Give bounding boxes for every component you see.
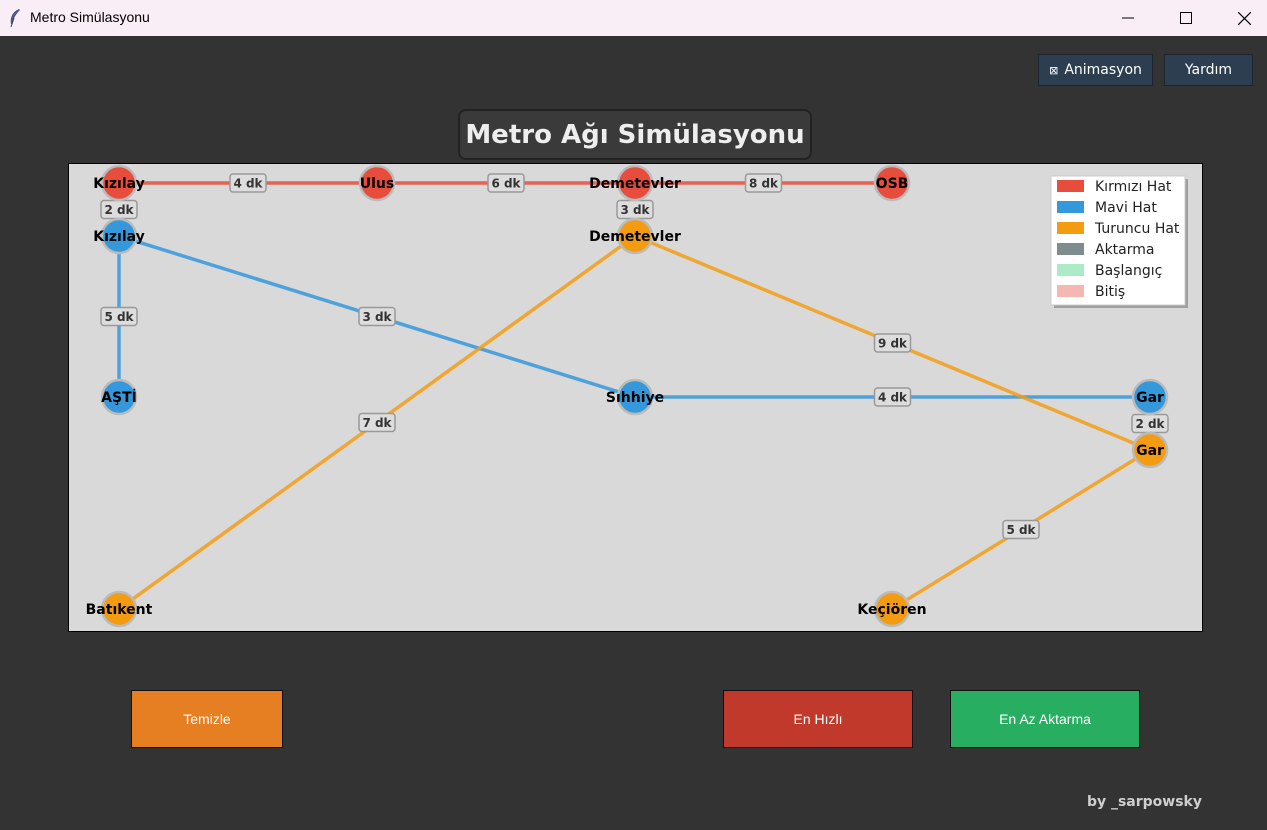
connection-time-label: 5 dk [1002, 519, 1040, 540]
connection-time-text: 6 dk [491, 177, 521, 191]
animation-label: Animasyon [1064, 62, 1142, 78]
connection-time-text: 4 dk [878, 391, 908, 405]
legend-label: Mavi Hat [1095, 200, 1157, 216]
connection-time-text: 3 dk [620, 203, 650, 217]
station-name: Kızılay [93, 229, 145, 245]
station-name: Keçiören [857, 602, 926, 618]
checkbox-icon: ⊠ [1049, 63, 1059, 77]
fastest-route-button[interactable]: En Hızlı [723, 690, 913, 748]
legend-label: Başlangıç [1095, 263, 1162, 279]
legend-swatch [1057, 285, 1084, 297]
station-name: Demetevler [589, 176, 681, 192]
connection-time-label: 9 dk [873, 333, 912, 353]
connection-time-label: 4 dk [873, 387, 912, 407]
station-name: Batıkent [86, 602, 153, 618]
connection-time-label: 2 dk [100, 199, 138, 220]
legend-swatch [1057, 180, 1084, 192]
station-name: Gar [1136, 390, 1164, 406]
station-name: AŞTİ [101, 389, 137, 406]
fewest-transfers-label: En Az Aktarma [999, 711, 1091, 727]
help-label: Yardım [1184, 62, 1233, 78]
legend-label: Aktarma [1095, 242, 1154, 258]
connection-time-text: 5 dk [1006, 523, 1036, 537]
animation-toggle[interactable]: ⊠ Animasyon [1038, 54, 1153, 86]
feather-icon [10, 9, 20, 28]
clear-label: Temizle [183, 711, 231, 727]
connection-time-label: 6 dk [487, 173, 525, 193]
connection-time-text: 2 dk [1135, 417, 1165, 431]
minimize-icon [1122, 17, 1134, 19]
close-icon [1237, 11, 1251, 25]
close-button[interactable] [1215, 0, 1267, 36]
connection-time-label: 3 dk [358, 306, 396, 327]
help-button[interactable]: Yardım [1164, 54, 1253, 86]
legend-label: Bitiş [1095, 284, 1125, 300]
connection-time-text: 2 dk [104, 203, 134, 217]
connection-time-text: 7 dk [362, 416, 392, 430]
connection-time-label: 5 dk [100, 306, 138, 327]
clear-button[interactable]: Temizle [131, 690, 283, 748]
author-credit: by _sarpowsky [1086, 794, 1202, 810]
legend-swatch [1057, 243, 1084, 255]
legend-swatch [1057, 201, 1084, 213]
legend: Kırmızı Hat Mavi Hat Turuncu Hat Aktarma Baş… [1050, 175, 1188, 308]
connection-time-text: 9 dk [878, 337, 908, 351]
connection-time-label: 4 dk [229, 173, 267, 193]
connection-time-label: 3 dk [616, 199, 654, 220]
page-title: Metro Ağı Simülasyonu [458, 109, 812, 160]
window-titlebar: Metro Simülasyonu [0, 0, 1267, 36]
window-title: Metro Simülasyonu [30, 9, 150, 25]
station-name: Kızılay [93, 176, 145, 192]
station-name: OSB [876, 176, 909, 192]
station-name: Demetevler [589, 229, 681, 245]
fewest-transfers-button[interactable]: En Az Aktarma [950, 690, 1140, 748]
station-name: Sıhhiye [606, 390, 664, 406]
connection-time-label: 8 dk [744, 173, 783, 193]
metro-network-plot: 4 dk 6 dk 8 dk 5 dk 3 dk 4 dk 7 dk 9 dk 5 dk 2 dk… [68, 163, 1203, 632]
legend-label: Turuncu Hat [1094, 221, 1180, 237]
connection-time-label: 7 dk [358, 412, 396, 433]
connection-time-text: 5 dk [104, 310, 134, 324]
legend-swatch [1057, 222, 1084, 234]
station-name: Gar [1136, 443, 1164, 459]
maximize-icon [1180, 12, 1192, 24]
connection-time-text: 4 dk [233, 177, 263, 191]
station-name: Ulus [360, 176, 394, 192]
fastest-label: En Hızlı [793, 711, 843, 727]
minimize-button[interactable] [1099, 0, 1157, 36]
connection-time-text: 8 dk [749, 177, 779, 191]
legend-swatch [1057, 264, 1084, 276]
connection-time-text: 3 dk [362, 310, 392, 324]
maximize-button[interactable] [1157, 0, 1215, 36]
connection-time-label: 2 dk [1131, 413, 1169, 434]
legend-label: Kırmızı Hat [1095, 179, 1172, 195]
